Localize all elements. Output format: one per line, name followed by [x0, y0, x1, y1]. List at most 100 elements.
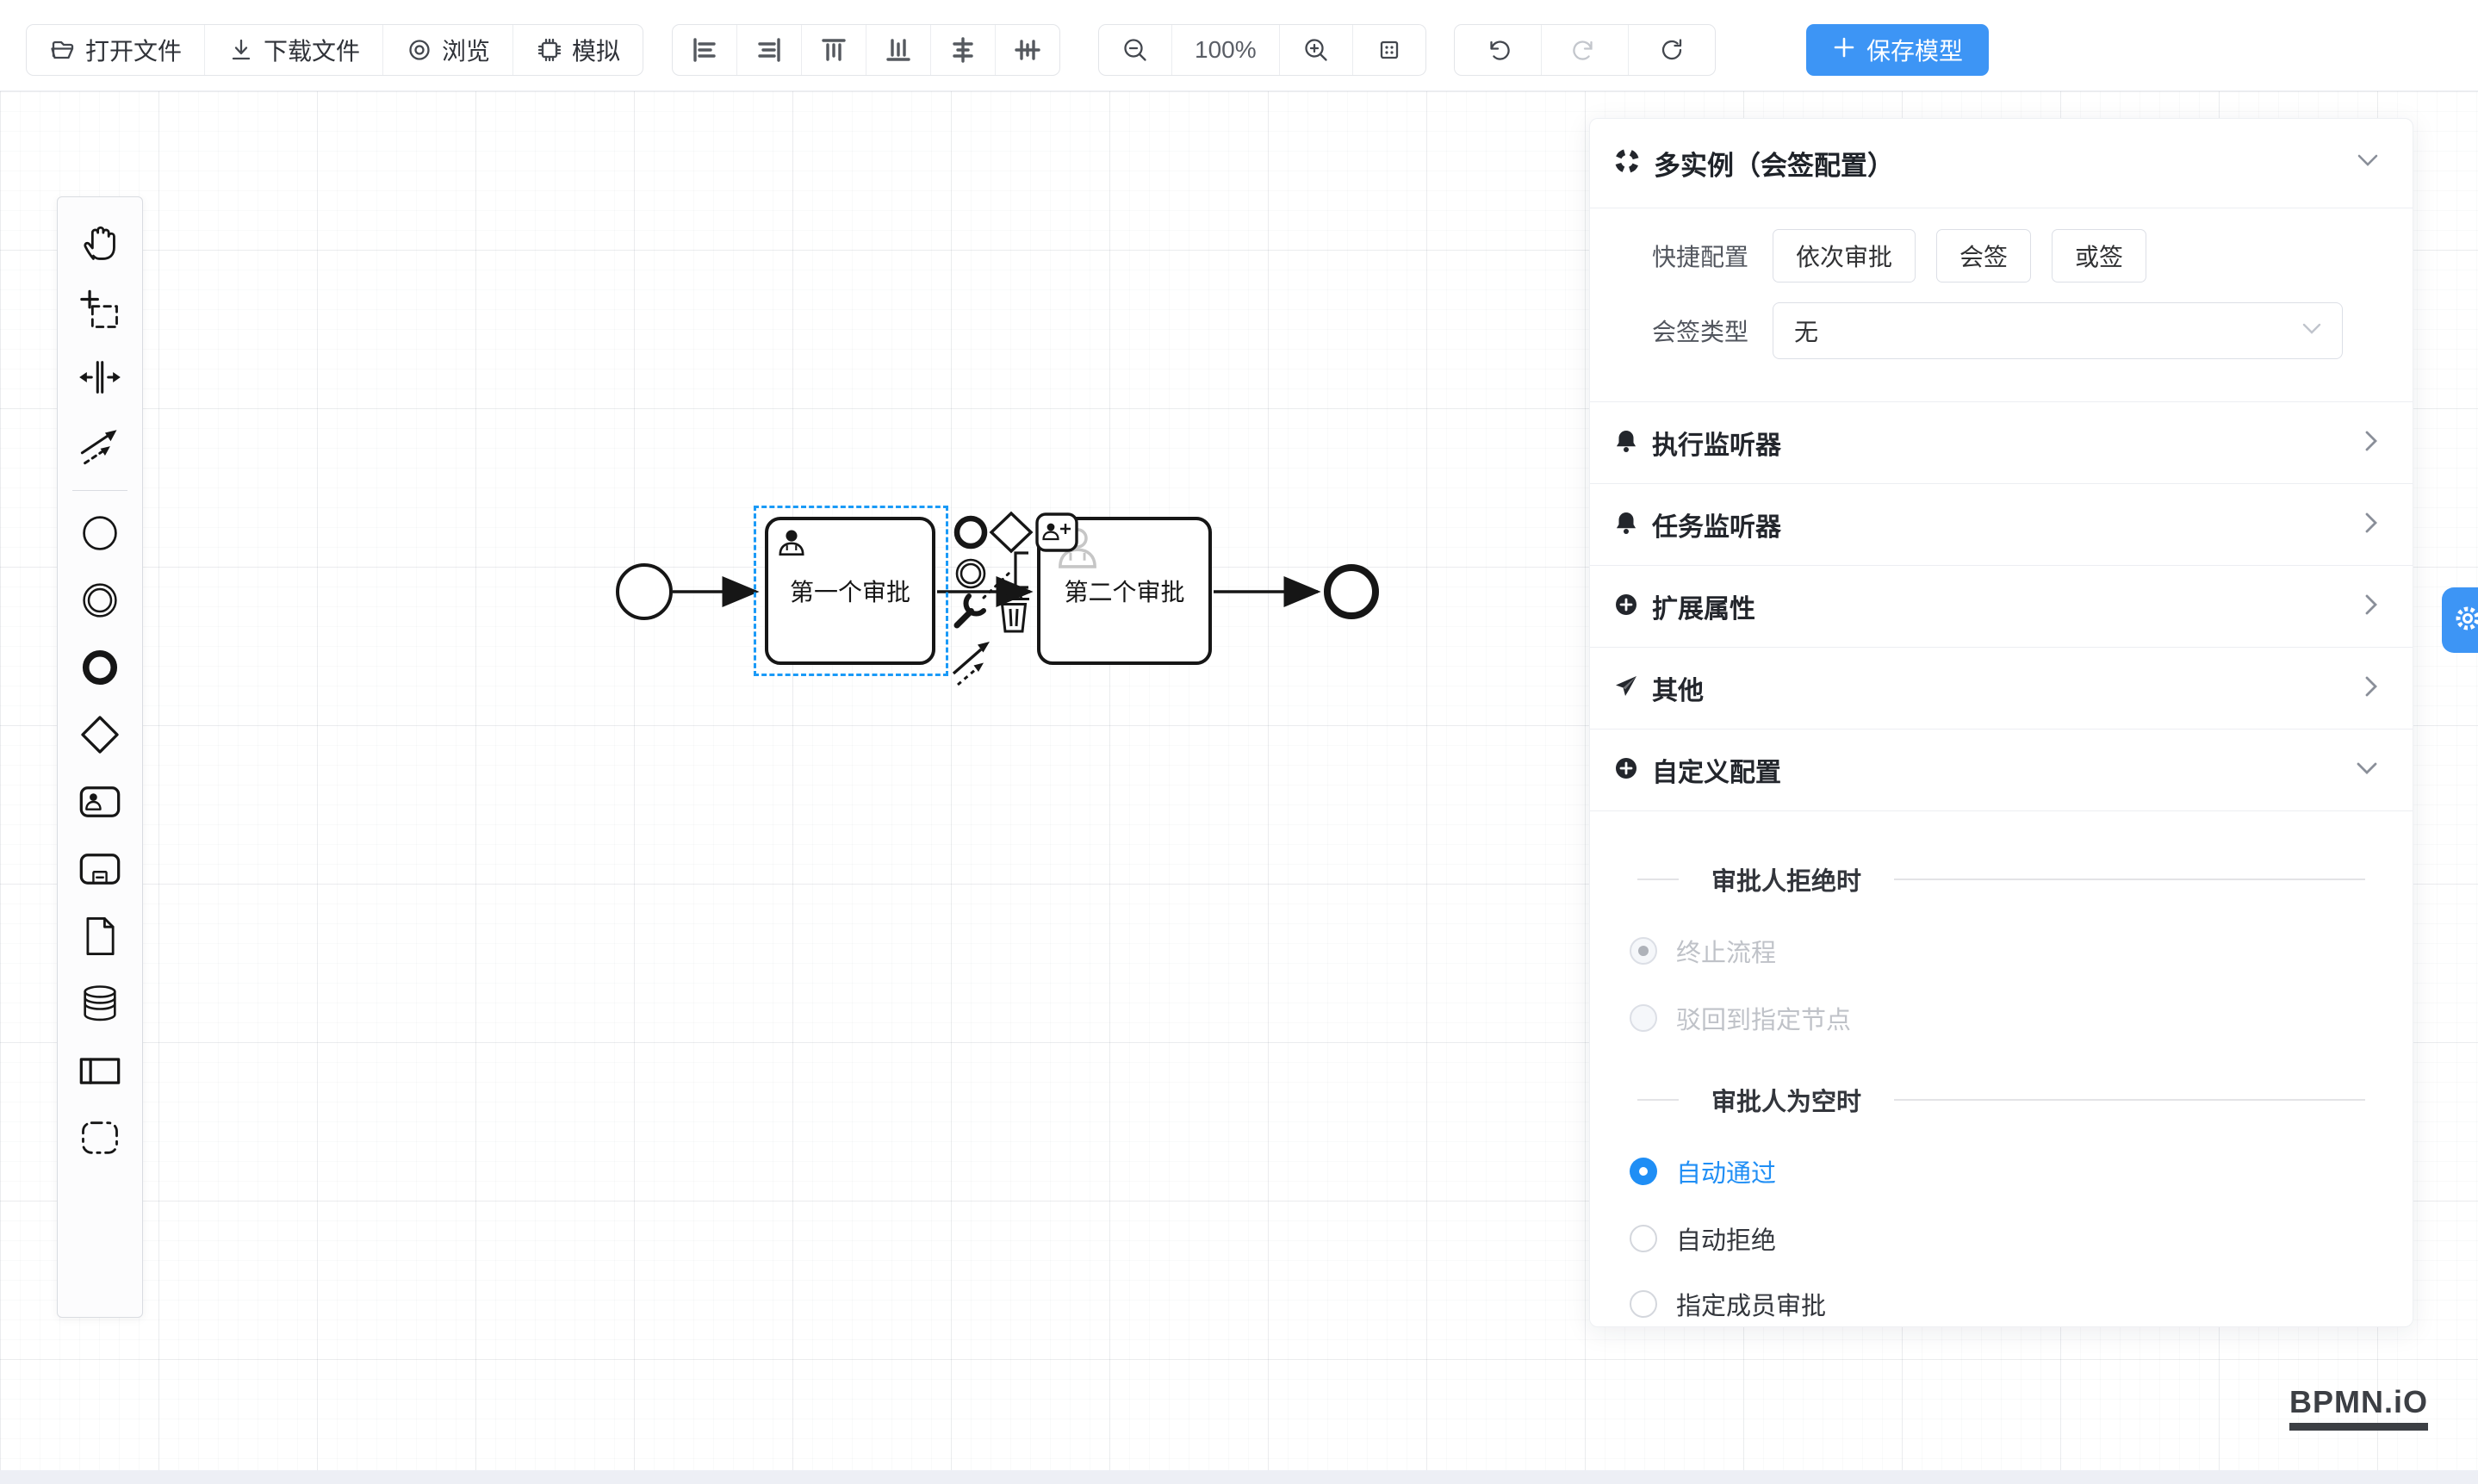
open-file-button[interactable]: 打开文件 [27, 25, 205, 75]
align-center-horizontal-button[interactable] [931, 25, 996, 75]
file-toolbar-group: 打开文件 下载文件 浏览 模拟 [26, 24, 643, 76]
delete-trash-button[interactable] [998, 594, 1029, 632]
multi-instance-icon [1612, 146, 1642, 180]
start-event[interactable] [618, 565, 671, 618]
chevron-right-icon [2364, 512, 2378, 538]
intermediate-event-icon [78, 578, 122, 627]
chip-icon [536, 36, 563, 64]
fit-viewport-icon [1376, 36, 1403, 64]
quick-config-countersign-button[interactable]: 会签 [1936, 229, 2031, 283]
group-icon [78, 1115, 122, 1164]
create-group[interactable] [69, 1106, 131, 1173]
align-center-vertical-button[interactable] [996, 25, 1059, 75]
bpmn-palette [57, 196, 143, 1318]
section-custom-config[interactable]: 自定义配置 [1590, 730, 2413, 811]
align-toolbar-group [672, 24, 1060, 76]
end-event[interactable] [1327, 568, 1376, 616]
open-file-label: 打开文件 [85, 33, 182, 67]
sign-type-select[interactable]: 无 [1773, 302, 2343, 359]
logo-text: BPMN.iO [2289, 1384, 2428, 1420]
align-right-button[interactable] [737, 25, 802, 75]
zoom-level-display[interactable]: 100% [1172, 25, 1280, 75]
empty-group-title: 审批人为空时 [1637, 1082, 2365, 1118]
panel-toggle-tab[interactable] [2442, 587, 2478, 653]
align-top-button[interactable] [802, 25, 866, 75]
radio-return-to-node[interactable]: 驳回到指定节点 [1630, 999, 2413, 1037]
palette-separator [72, 490, 127, 491]
undo-icon [1484, 36, 1512, 64]
section-task-listener[interactable]: 任务监听器 [1590, 484, 2413, 566]
chevron-down-icon [2302, 323, 2321, 339]
radio-auto-pass[interactable]: 自动通过 [1630, 1152, 2413, 1190]
panel-sections: 执行监听器 任务监听器 扩展属性 [1590, 401, 2413, 811]
multi-instance-section-header[interactable]: 多实例（会签配置） [1590, 119, 2413, 208]
connect-icon [78, 422, 122, 471]
subprocess-icon [78, 847, 122, 896]
zoom-out-icon [1121, 36, 1149, 64]
zoom-out-button[interactable] [1099, 25, 1172, 75]
change-type-wrench-button[interactable] [957, 596, 984, 625]
quick-config-sequential-button[interactable]: 依次审批 [1773, 229, 1916, 283]
sign-type-row: 会签类型 无 [1590, 302, 2413, 359]
global-connect-tool[interactable] [69, 413, 131, 480]
preview-label: 浏览 [442, 33, 490, 67]
align-bottom-icon [884, 35, 913, 65]
simulate-button[interactable]: 模拟 [513, 25, 643, 75]
section-extended-properties[interactable]: 扩展属性 [1590, 566, 2413, 648]
create-subprocess[interactable] [69, 837, 131, 904]
create-user-task[interactable] [69, 770, 131, 837]
create-data-object[interactable] [69, 904, 131, 972]
task-label: 第一个审批 [790, 574, 910, 608]
download-file-label: 下载文件 [264, 33, 360, 67]
append-user-task-button[interactable] [1037, 514, 1077, 550]
redo-button[interactable] [1542, 25, 1629, 75]
refresh-icon [1658, 36, 1686, 64]
radio-designated-member[interactable]: 指定成员审批 [1630, 1285, 2413, 1323]
refresh-button[interactable] [1629, 25, 1715, 75]
align-left-button[interactable] [673, 25, 737, 75]
save-model-button[interactable]: 保存模型 [1806, 24, 1989, 76]
data-store-icon [78, 981, 122, 1030]
zoom-in-button[interactable] [1280, 25, 1353, 75]
bottom-strip [0, 1470, 2478, 1484]
radio-icon [1630, 1004, 1657, 1032]
space-tool[interactable] [69, 345, 131, 413]
quick-config-orsign-button[interactable]: 或签 [2052, 229, 2146, 283]
download-file-button[interactable]: 下载文件 [205, 25, 383, 75]
undo-button[interactable] [1455, 25, 1542, 75]
align-bottom-button[interactable] [866, 25, 931, 75]
plus-icon [1832, 35, 1856, 65]
lasso-tool[interactable] [69, 278, 131, 345]
align-right-icon [755, 35, 784, 65]
create-participant[interactable] [69, 1039, 131, 1106]
append-end-event-button[interactable] [957, 518, 984, 546]
create-gateway[interactable] [69, 703, 131, 770]
gear-icon [2450, 601, 2478, 640]
bell-icon [1612, 509, 1640, 541]
create-start-event[interactable] [69, 501, 131, 568]
create-end-event[interactable] [69, 636, 131, 703]
append-gateway-button[interactable] [991, 513, 1031, 551]
bpmn-io-logo[interactable]: BPMN.iO [2289, 1384, 2428, 1431]
redo-icon [1571, 36, 1599, 64]
radio-icon [1630, 1290, 1657, 1318]
align-center-horizontal-icon [948, 35, 978, 65]
hand-tool[interactable] [69, 211, 131, 278]
participant-icon [78, 1048, 122, 1097]
align-top-icon [819, 35, 848, 65]
zoom-level-value: 100% [1195, 36, 1257, 64]
create-data-store[interactable] [69, 972, 131, 1039]
radio-terminate-process[interactable]: 终止流程 [1630, 932, 2413, 970]
section-others[interactable]: 其他 [1590, 648, 2413, 730]
quick-config-label: 快捷配置 [1590, 239, 1773, 273]
fit-viewport-button[interactable] [1353, 25, 1425, 75]
radio-icon [1630, 1225, 1657, 1252]
append-intermediate-event-button[interactable] [957, 560, 984, 587]
connect-tool-button[interactable] [953, 642, 990, 685]
user-task-marker-icon [775, 526, 808, 563]
append-text-annotation-button[interactable] [984, 553, 1028, 598]
section-execution-listener[interactable]: 执行监听器 [1590, 402, 2413, 484]
preview-button[interactable]: 浏览 [383, 25, 513, 75]
create-intermediate-event[interactable] [69, 568, 131, 636]
radio-auto-reject[interactable]: 自动拒绝 [1630, 1220, 2413, 1257]
